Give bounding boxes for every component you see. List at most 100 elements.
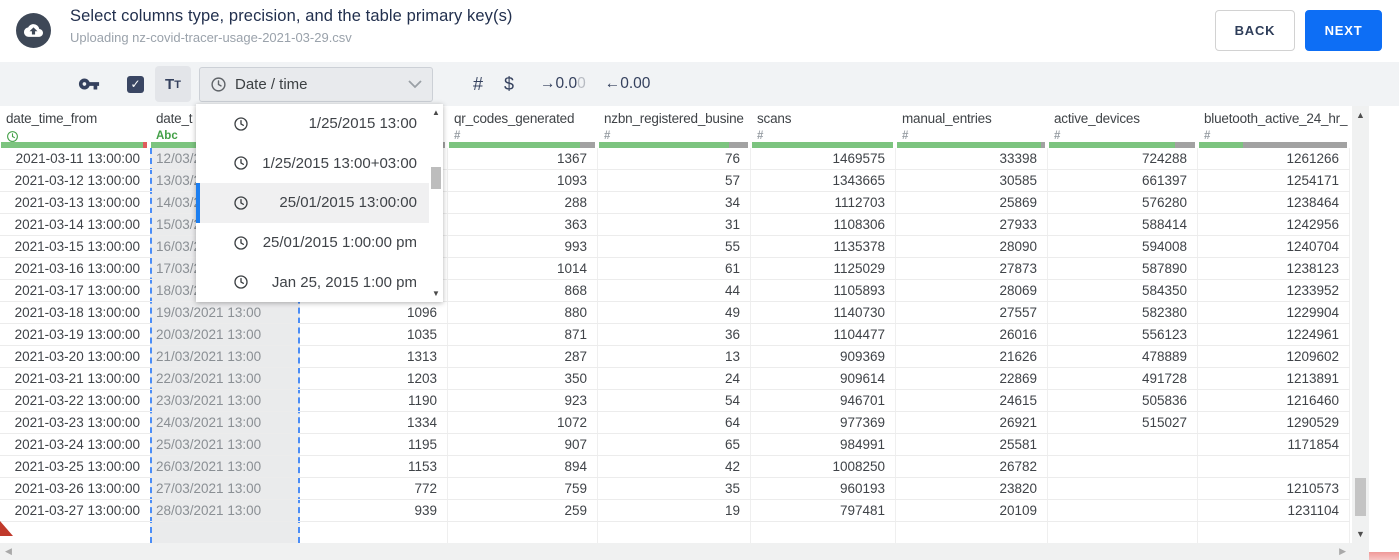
table-cell[interactable]: 584350 xyxy=(1048,280,1198,301)
table-cell[interactable]: 28090 xyxy=(896,236,1048,257)
table-cell[interactable]: 49 xyxy=(598,302,751,323)
table-cell[interactable]: 2021-03-22 13:00:00 xyxy=(0,390,150,411)
table-cell[interactable]: 20109 xyxy=(896,500,1048,521)
table-cell[interactable]: 1195 xyxy=(300,434,448,455)
table-cell[interactable]: 894 xyxy=(448,456,598,477)
number-type-button[interactable]: # xyxy=(473,74,483,95)
table-cell[interactable]: 36 xyxy=(598,324,751,345)
table-cell[interactable]: 1367 xyxy=(448,148,598,169)
table-cell[interactable]: 2021-03-24 13:00:00 xyxy=(0,434,150,455)
text-type-button[interactable]: TT xyxy=(155,66,191,102)
table-cell[interactable]: 923 xyxy=(448,390,598,411)
table-cell[interactable]: 2021-03-15 13:00:00 xyxy=(0,236,150,257)
table-cell[interactable]: 31 xyxy=(598,214,751,235)
table-cell[interactable]: 259 xyxy=(448,500,598,521)
column-header-scans[interactable]: scans # xyxy=(751,106,896,148)
column-header-bluetooth_active_24_hr_[interactable]: bluetooth_active_24_hr_ # xyxy=(1198,106,1350,148)
table-cell[interactable]: 1209602 xyxy=(1198,346,1350,367)
table-cell[interactable]: 44 xyxy=(598,280,751,301)
table-cell[interactable]: 350 xyxy=(448,368,598,389)
table-cell[interactable]: 939 xyxy=(300,500,448,521)
table-cell[interactable]: 363 xyxy=(448,214,598,235)
table-cell[interactable]: 1014 xyxy=(448,258,598,279)
table-cell[interactable]: 1238464 xyxy=(1198,192,1350,213)
format-option[interactable]: Jan 25, 2015 1:00 pm xyxy=(196,262,429,302)
table-cell[interactable]: 21626 xyxy=(896,346,1048,367)
table-cell[interactable]: 491728 xyxy=(1048,368,1198,389)
table-cell[interactable]: 24 xyxy=(598,368,751,389)
scroll-down-icon[interactable]: ▼ xyxy=(429,289,443,298)
boolean-type-checkbox[interactable]: ✓ xyxy=(127,75,144,93)
table-cell[interactable]: 76 xyxy=(598,148,751,169)
table-cell[interactable]: 576280 xyxy=(1048,192,1198,213)
table-cell[interactable]: 1135378 xyxy=(751,236,896,257)
table-cell[interactable]: 26016 xyxy=(896,324,1048,345)
table-cell[interactable]: 19/03/2021 13:00 xyxy=(150,302,300,323)
table-cell[interactable]: 24615 xyxy=(896,390,1048,411)
table-cell[interactable]: 1108306 xyxy=(751,214,896,235)
table-cell[interactable]: 1229904 xyxy=(1198,302,1350,323)
table-cell[interactable] xyxy=(1048,500,1198,521)
table-cell[interactable]: 2021-03-18 13:00:00 xyxy=(0,302,150,323)
table-cell[interactable]: 1171854 xyxy=(1198,434,1350,455)
table-cell[interactable]: 1210573 xyxy=(1198,478,1350,499)
table-cell[interactable]: 24/03/2021 13:00 xyxy=(150,412,300,433)
table-cell[interactable]: 19 xyxy=(598,500,751,521)
table-cell[interactable]: 23/03/2021 13:00 xyxy=(150,390,300,411)
table-cell[interactable]: 1203 xyxy=(300,368,448,389)
table-cell[interactable]: 33398 xyxy=(896,148,1048,169)
table-cell[interactable]: 22869 xyxy=(896,368,1048,389)
table-cell[interactable]: 28/03/2021 13:00 xyxy=(150,500,300,521)
table-cell[interactable]: 54 xyxy=(598,390,751,411)
table-cell[interactable]: 2021-03-11 13:00:00 xyxy=(0,148,150,169)
table-cell[interactable]: 26782 xyxy=(896,456,1048,477)
table-cell[interactable]: 871 xyxy=(448,324,598,345)
table-cell[interactable] xyxy=(598,522,751,543)
horizontal-scrollbar[interactable]: ◀ ▶ xyxy=(0,543,1352,560)
table-cell[interactable]: 1140730 xyxy=(751,302,896,323)
table-cell[interactable]: 64 xyxy=(598,412,751,433)
table-cell[interactable]: 1238123 xyxy=(1198,258,1350,279)
table-cell[interactable]: 907 xyxy=(448,434,598,455)
table-cell[interactable]: 1242956 xyxy=(1198,214,1350,235)
table-cell[interactable]: 28069 xyxy=(896,280,1048,301)
table-cell[interactable]: 960193 xyxy=(751,478,896,499)
table-cell[interactable]: 2021-03-17 13:00:00 xyxy=(0,280,150,301)
scroll-down-icon[interactable]: ▼ xyxy=(1352,529,1369,539)
table-cell[interactable]: 25869 xyxy=(896,192,1048,213)
table-cell[interactable]: 21/03/2021 13:00 xyxy=(150,346,300,367)
table-cell[interactable]: 772 xyxy=(300,478,448,499)
table-cell[interactable]: 1008250 xyxy=(751,456,896,477)
column-header-date_time_from[interactable]: date_time_from xyxy=(0,106,150,148)
table-cell[interactable]: 1313 xyxy=(300,346,448,367)
table-cell[interactable]: 26921 xyxy=(896,412,1048,433)
table-cell[interactable]: 1093 xyxy=(448,170,598,191)
table-cell[interactable]: 478889 xyxy=(1048,346,1198,367)
table-cell[interactable]: 1216460 xyxy=(1198,390,1350,411)
table-cell[interactable]: 288 xyxy=(448,192,598,213)
table-cell[interactable]: 27557 xyxy=(896,302,1048,323)
table-cell[interactable]: 2021-03-12 13:00:00 xyxy=(0,170,150,191)
table-cell[interactable]: 909614 xyxy=(751,368,896,389)
table-cell[interactable]: 1233952 xyxy=(1198,280,1350,301)
column-header-manual_entries[interactable]: manual_entries # xyxy=(896,106,1048,148)
vertical-scrollbar[interactable]: ▲ ▼ xyxy=(1352,106,1369,543)
table-cell[interactable] xyxy=(448,522,598,543)
table-cell[interactable]: 2021-03-27 13:00:00 xyxy=(0,500,150,521)
next-button[interactable]: NEXT xyxy=(1305,10,1382,51)
dropdown-scrollbar[interactable]: ▲ ▼ xyxy=(429,104,443,302)
table-cell[interactable]: 65 xyxy=(598,434,751,455)
table-cell[interactable]: 20/03/2021 13:00 xyxy=(150,324,300,345)
table-cell[interactable]: 1469575 xyxy=(751,148,896,169)
table-cell[interactable]: 1072 xyxy=(448,412,598,433)
table-cell[interactable]: 55 xyxy=(598,236,751,257)
dropdown-scroll-thumb[interactable] xyxy=(431,167,441,189)
table-cell[interactable]: 22/03/2021 13:00 xyxy=(150,368,300,389)
table-cell[interactable] xyxy=(300,522,448,543)
primary-key-icon[interactable] xyxy=(78,73,100,95)
table-cell[interactable] xyxy=(150,522,300,543)
table-cell[interactable]: 1240704 xyxy=(1198,236,1350,257)
table-cell[interactable]: 759 xyxy=(448,478,598,499)
table-cell[interactable]: 880 xyxy=(448,302,598,323)
back-button[interactable]: BACK xyxy=(1215,10,1295,51)
